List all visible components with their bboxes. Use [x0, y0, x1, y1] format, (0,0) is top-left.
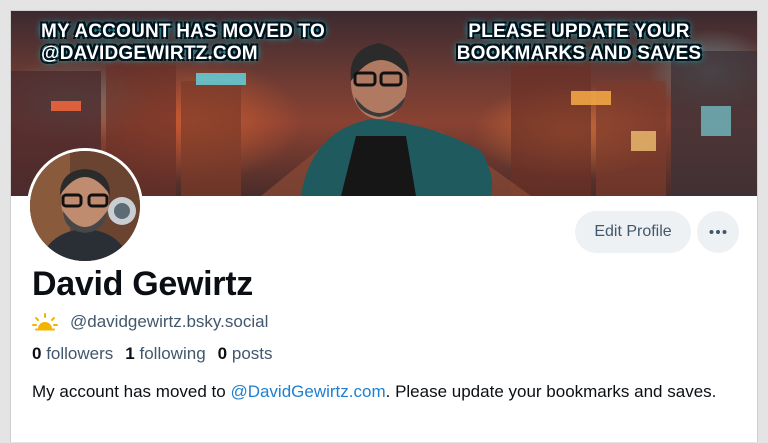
following-stat[interactable]: 1 following — [125, 344, 205, 364]
sun-cloud-icon — [32, 313, 58, 331]
bio-text-after: . Please update your bookmarks and saves… — [385, 382, 717, 401]
posts-count: 0 — [217, 344, 228, 363]
handle-row: @davidgewirtz.bsky.social — [32, 311, 268, 333]
posts-stat: 0 posts — [218, 344, 273, 364]
more-options-button[interactable] — [697, 211, 739, 253]
followers-stat[interactable]: 0 followers — [32, 344, 113, 364]
following-count: 1 — [125, 344, 135, 363]
edit-profile-button[interactable]: Edit Profile — [575, 211, 691, 253]
profile-card: MY ACCOUNT HAS MOVED TO @DAVIDGEWIRTZ.CO… — [10, 10, 758, 442]
profile-handle[interactable]: @davidgewirtz.bsky.social — [70, 312, 268, 332]
display-name: David Gewirtz — [32, 265, 253, 303]
bio-text-before: My account has moved to — [32, 382, 231, 401]
posts-label: posts — [231, 344, 273, 363]
avatar-photo — [30, 151, 140, 261]
profile-stats: 0 followers 1 following 0 posts — [32, 344, 273, 364]
following-label: following — [139, 344, 206, 363]
profile-bio: My account has moved to @DavidGewirtz.co… — [32, 380, 742, 404]
avatar[interactable] — [27, 148, 143, 264]
banner-left-text: MY ACCOUNT HAS MOVED TO @DAVIDGEWIRTZ.CO… — [41, 21, 325, 64]
followers-label: followers — [46, 344, 114, 363]
ellipsis-icon — [709, 230, 727, 234]
followers-count: 0 — [32, 344, 42, 363]
banner-right-text: PLEASE UPDATE YOUR BOOKMARKS AND SAVES — [456, 21, 702, 64]
bio-link[interactable]: @DavidGewirtz.com — [230, 382, 385, 401]
